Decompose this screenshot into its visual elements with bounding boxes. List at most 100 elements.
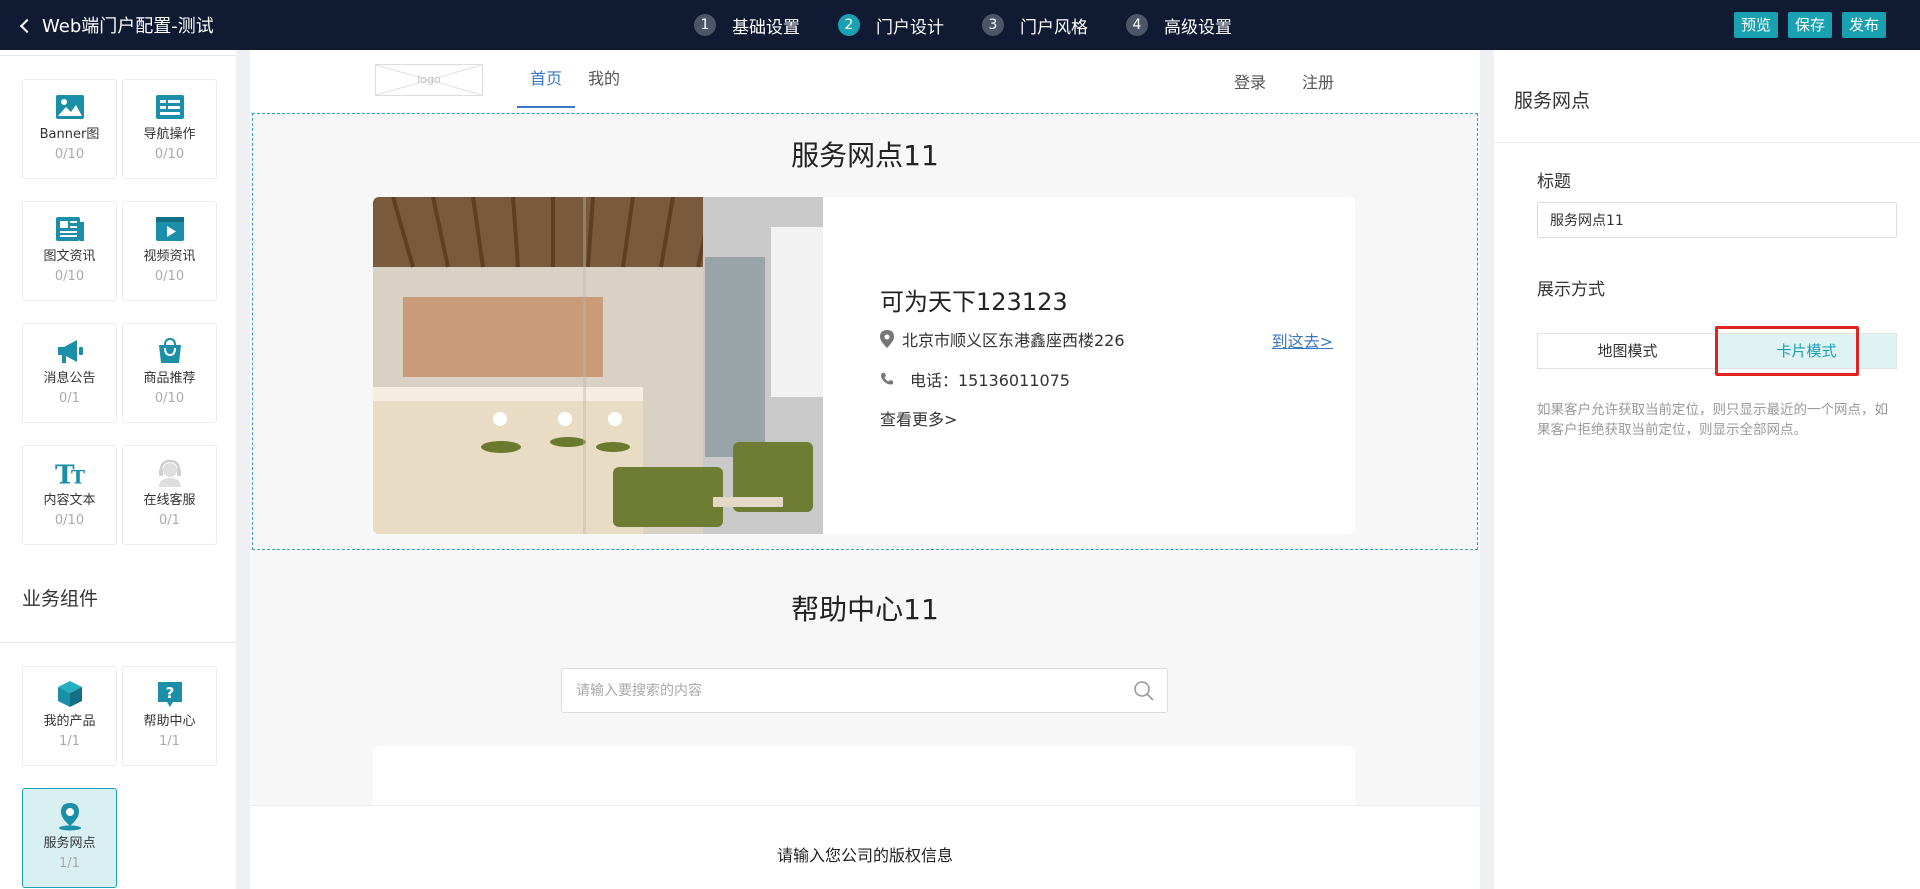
divider bbox=[1494, 142, 1920, 143]
step-label: 门户设计 bbox=[876, 17, 944, 38]
title-input[interactable] bbox=[1537, 202, 1897, 238]
megaphone-icon bbox=[54, 336, 86, 366]
outlet-phone-text: 电话：15136011075 bbox=[910, 371, 1070, 390]
component-service-outlet[interactable]: 服务网点 1/1 bbox=[22, 788, 117, 888]
component-text[interactable]: TT 内容文本 0/10 bbox=[22, 445, 117, 545]
outlet-address-text: 北京市顺义区东港鑫座西楼226 bbox=[902, 331, 1125, 350]
divider bbox=[0, 55, 236, 56]
top-bar: Web端门户配置-测试 1 基础设置 2 门户设计 3 门户风格 4 高级设置 … bbox=[0, 0, 1920, 50]
component-article[interactable]: 图文资讯 0/10 bbox=[22, 201, 117, 301]
component-count: 0/10 bbox=[154, 391, 185, 406]
portal-nav: 首页 我的 bbox=[517, 50, 633, 108]
outlet-phone: 电话：15136011075 bbox=[880, 367, 1070, 391]
component-count: 0/10 bbox=[54, 269, 85, 284]
component-count: 0/10 bbox=[54, 147, 85, 162]
component-name: 图文资讯 bbox=[43, 249, 96, 264]
service-outlet-card[interactable]: 可为天下123123 北京市顺义区东港鑫座西楼226 电话：1513601107… bbox=[373, 197, 1355, 534]
component-banner[interactable]: Banner图 0/10 bbox=[22, 79, 117, 179]
step-portal-design[interactable]: 2 门户设计 bbox=[838, 13, 944, 38]
help-search-box bbox=[561, 668, 1168, 713]
step-portal-style[interactable]: 3 门户风格 bbox=[982, 13, 1088, 38]
component-count: 0/10 bbox=[154, 147, 185, 162]
component-count: 1/1 bbox=[159, 734, 180, 749]
card-mode-option[interactable]: 卡片模式 bbox=[1717, 334, 1896, 368]
component-help-center[interactable]: ? 帮助中心 1/1 bbox=[122, 666, 217, 766]
outlet-address: 北京市顺义区东港鑫座西楼226 bbox=[880, 327, 1125, 351]
step-label: 高级设置 bbox=[1164, 17, 1232, 38]
component-name: 我的产品 bbox=[43, 714, 96, 729]
view-more-link[interactable]: 查看更多> bbox=[880, 406, 957, 430]
component-name: 服务网点 bbox=[43, 836, 96, 851]
component-online-service[interactable]: 在线客服 0/1 bbox=[122, 445, 217, 545]
portal-config-title: Web端门户配置-测试 bbox=[42, 16, 214, 37]
phone-icon bbox=[881, 373, 893, 385]
component-count: 0/10 bbox=[54, 513, 85, 528]
component-video[interactable]: 视频资讯 0/10 bbox=[122, 201, 217, 301]
logo-text: logo bbox=[417, 73, 441, 86]
copyright-text: 请输入您公司的版权信息 bbox=[776, 846, 953, 865]
display-mode-label: 展示方式 bbox=[1537, 280, 1605, 300]
step-number: 3 bbox=[982, 14, 1004, 36]
location-pin-icon bbox=[880, 330, 894, 348]
component-count: 1/1 bbox=[59, 856, 80, 871]
component-name: 视频资讯 bbox=[143, 249, 196, 264]
component-my-products[interactable]: 我的产品 1/1 bbox=[22, 666, 117, 766]
step-number: 1 bbox=[694, 14, 716, 36]
component-name: 消息公告 bbox=[43, 371, 96, 386]
step-label: 门户风格 bbox=[1020, 17, 1088, 38]
component-count: 1/1 bbox=[59, 734, 80, 749]
customer-service-icon bbox=[154, 458, 186, 488]
component-product-recommend[interactable]: 商品推荐 0/10 bbox=[122, 323, 217, 423]
navigate-here-link[interactable]: 到这去> bbox=[1272, 328, 1333, 352]
location-pin-icon bbox=[54, 801, 86, 831]
service-outlet-title: 服务网点11 bbox=[791, 139, 939, 172]
help-center-title: 帮助中心11 bbox=[791, 593, 939, 626]
component-name: 内容文本 bbox=[43, 493, 96, 508]
step-number: 2 bbox=[838, 14, 860, 36]
video-icon bbox=[154, 214, 186, 244]
component-count: 0/1 bbox=[59, 391, 80, 406]
portal-header: logo 首页 我的 登录 注册 bbox=[250, 50, 1480, 112]
business-components-title: 业务组件 bbox=[22, 588, 99, 610]
nav-mine[interactable]: 我的 bbox=[575, 50, 633, 108]
step-advanced-settings[interactable]: 4 高级设置 bbox=[1126, 13, 1232, 38]
component-count: 0/1 bbox=[159, 513, 180, 528]
shopping-bag-icon bbox=[154, 336, 186, 366]
property-panel: 服务网点 标题 展示方式 地图模式 卡片模式 如果客户允许获取当前定位，则只显示… bbox=[1494, 50, 1920, 889]
map-mode-option[interactable]: 地图模式 bbox=[1538, 334, 1717, 368]
display-mode-toggle: 地图模式 卡片模式 bbox=[1537, 333, 1897, 369]
component-nav[interactable]: 导航操作 0/10 bbox=[122, 79, 217, 179]
logo-placeholder: logo bbox=[375, 64, 483, 96]
divider bbox=[0, 642, 236, 643]
step-label: 基础设置 bbox=[732, 17, 800, 38]
article-icon bbox=[54, 214, 86, 244]
search-icon[interactable] bbox=[1133, 680, 1155, 702]
design-canvas: logo 首页 我的 登录 注册 服务网点11 可为天下123123 北京市顺义… bbox=[250, 50, 1480, 889]
image-icon bbox=[54, 92, 86, 122]
step-indicator: 1 基础设置 2 门户设计 3 门户风格 4 高级设置 bbox=[694, 0, 1270, 50]
preview-button[interactable]: 预览 bbox=[1733, 12, 1778, 38]
publish-button[interactable]: 发布 bbox=[1841, 12, 1886, 38]
component-name: Banner图 bbox=[39, 127, 100, 142]
text-icon: TT bbox=[54, 458, 86, 488]
svg-text:?: ? bbox=[165, 684, 174, 702]
component-count: 0/10 bbox=[154, 269, 185, 284]
component-sidebar: Banner图 0/10 导航操作 0/10 图文资讯 0/10 视频资讯 0/… bbox=[0, 50, 236, 889]
top-actions: 预览 保存 发布 bbox=[1724, 12, 1886, 38]
back-button[interactable]: Web端门户配置-测试 bbox=[19, 0, 214, 50]
save-button[interactable]: 保存 bbox=[1787, 12, 1832, 38]
help-search-input[interactable] bbox=[562, 669, 1122, 712]
register-link[interactable]: 注册 bbox=[1302, 69, 1334, 93]
box-icon bbox=[54, 679, 86, 709]
step-basic-settings[interactable]: 1 基础设置 bbox=[694, 13, 800, 38]
login-link[interactable]: 登录 bbox=[1234, 69, 1266, 93]
display-mode-hint: 如果客户允许获取当前定位，则只显示最近的一个网点，如果客户拒绝获取当前定位，则显… bbox=[1537, 402, 1888, 438]
outlet-name: 可为天下123123 bbox=[880, 288, 1068, 316]
step-number: 4 bbox=[1126, 14, 1148, 36]
help-icon: ? bbox=[154, 679, 186, 709]
nav-home[interactable]: 首页 bbox=[517, 50, 576, 108]
component-announcement[interactable]: 消息公告 0/1 bbox=[22, 323, 117, 423]
svg-text:T: T bbox=[70, 466, 84, 488]
component-name: 导航操作 bbox=[143, 127, 196, 142]
chevron-left-icon bbox=[19, 18, 35, 33]
